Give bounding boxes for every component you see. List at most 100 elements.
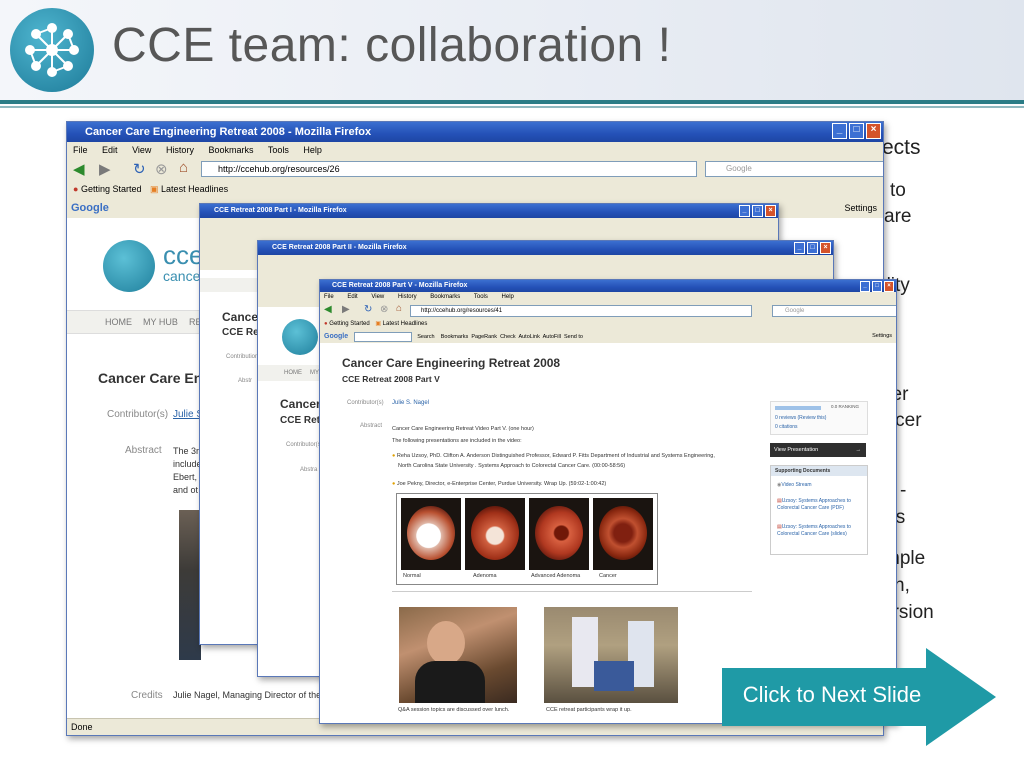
url-input[interactable]: http://ccehub.org/resources/41 [410,305,752,317]
home-icon[interactable]: ⌂ [396,303,402,314]
maximize-icon[interactable]: □ [807,242,818,254]
minimize-icon[interactable]: _ [832,123,847,139]
menu-bookmarks[interactable]: Bookmarks [208,145,253,155]
google-search-input[interactable] [353,331,412,342]
window-title: CCE Retreat 2008 Part I - Mozilla Firefo… [214,207,347,214]
url-input[interactable]: http://ccehub.org/resources/26 [201,161,697,177]
page-subheading: CCE Retr [280,415,324,426]
stage-image-cancer [593,498,653,570]
stage-label: Normal [403,573,421,579]
settings-button[interactable]: Settings [872,330,892,343]
home-icon[interactable]: ⌂ [179,159,188,176]
abstract-label: Abstract [360,423,383,429]
window-controls: _ □ × [832,123,881,139]
list-item-text: Reha Uzsoy, PhD. Clifton A. Anderson Dis… [396,453,715,459]
toolbar-pagerank[interactable]: PageRank [471,334,497,340]
settings-button[interactable]: Settings [844,198,877,218]
stage-label: Adenoma [473,573,497,579]
minimize-icon[interactable]: _ [794,242,805,254]
nav-my-hub[interactable]: MY [310,365,319,381]
stage-label: Cancer [599,573,617,579]
photo-participants [544,607,678,703]
next-slide-button[interactable]: Click to Next Slide [722,648,996,746]
maximize-icon[interactable]: □ [872,281,882,292]
menu-view[interactable]: View [371,294,384,300]
stop-icon[interactable]: ⊗ [380,304,388,315]
view-presentation-button[interactable]: View Presentation → [770,443,866,457]
menu-help[interactable]: Help [303,145,322,155]
toolbar-search[interactable]: Search [417,334,434,340]
stop-icon[interactable]: ⊗ [155,160,168,178]
menu-tools[interactable]: Tools [474,294,488,300]
menu-file[interactable]: File [324,294,334,300]
abstract-line: Ebert, [173,472,198,482]
nav-home[interactable]: HOME [105,311,132,333]
window-titlebar[interactable]: Cancer Care Engineering Retreat 2008 - M… [67,122,883,142]
close-icon[interactable]: × [866,123,881,139]
bookmark-getting-started[interactable]: Getting Started [81,184,142,194]
window-titlebar[interactable]: CCE Retreat 2008 Part V - Mozilla Firefo… [320,280,896,292]
site-logo-icon [282,319,318,355]
window-titlebar[interactable]: CCE Retreat 2008 Part II - Mozilla Firef… [258,241,833,255]
toolbar-bookmarks[interactable]: Bookmarks [441,334,469,340]
window-controls: _ □ × [739,205,776,217]
abstract-label: Abstract [125,445,162,456]
bookmark-getting-started[interactable]: Getting Started [329,321,369,327]
bullet-fragment: ects [882,136,921,159]
forward-icon[interactable]: ▶ [99,160,111,178]
doc-link-pdf[interactable]: ▤Uzsoy: Systems Approaches to Colorectal… [777,498,863,512]
menu-history[interactable]: History [398,294,417,300]
citations-link[interactable]: 0 citations [775,424,798,430]
nav-my-hub[interactable]: MY HUB [143,311,178,333]
back-icon[interactable]: ◀ [73,160,85,178]
maximize-icon[interactable]: □ [752,205,763,217]
bullet-fragment: are [884,206,912,227]
window-title: CCE Retreat 2008 Part V - Mozilla Firefo… [332,282,468,289]
search-input[interactable]: Google [772,305,896,317]
nav-home[interactable]: HOME [284,365,302,381]
bookmark-latest-headlines[interactable]: Latest Headlines [383,321,428,327]
menu-bookmarks[interactable]: Bookmarks [430,294,460,300]
menu-view[interactable]: View [132,145,151,155]
menu-tools[interactable]: Tools [268,145,289,155]
ranking-bar [775,406,821,410]
doc-link-video[interactable]: ◉Video Stream [777,482,812,488]
forward-icon[interactable]: ▶ [342,304,350,315]
menu-bar: File Edit View History Bookmarks Tools H… [67,142,883,159]
toolbar-autolink[interactable]: AutoLink [518,334,539,340]
back-icon[interactable]: ◀ [324,304,332,315]
reload-icon[interactable]: ↻ [364,304,372,315]
page-subheading: CCE Ret [222,327,263,338]
bookmark-latest-headlines[interactable]: Latest Headlines [161,184,228,194]
menu-edit[interactable]: Edit [102,145,118,155]
list-item-text: Joe Pekny, Director, e-Enterprise Center… [396,481,607,487]
contributor-link[interactable]: Julie S. Nagel [392,400,429,406]
colon-stages-figure: Normal Adenoma Advanced Adenoma Cancer [396,493,658,585]
doc-link-label: Uzsoy: Systems Approaches to Colorectal … [777,524,851,537]
menu-file[interactable]: File [73,145,88,155]
stage-shape [407,506,455,560]
doc-link-slides[interactable]: ▤Uzsoy: Systems Approaches to Colorectal… [777,524,863,538]
minimize-icon[interactable]: _ [739,205,750,217]
reviews-link[interactable]: 0 reviews (Review this) [775,415,826,421]
reload-icon[interactable]: ↻ [133,160,146,178]
navigation-toolbar: ◀ ▶ ↻ ⊗ ⌂ http://ccehub.org/resources/26… [67,158,883,181]
close-icon[interactable]: × [765,205,776,217]
abstract-line: The 3r [173,446,200,456]
menu-history[interactable]: History [166,145,194,155]
page-heading: Cancer Care Engineering Retreat 2008 [342,356,561,370]
toolbar-send-to[interactable]: Send to [564,334,583,340]
toolbar-check[interactable]: Check [500,334,516,340]
close-icon[interactable]: × [884,281,894,292]
window-titlebar[interactable]: CCE Retreat 2008 Part I - Mozilla Firefo… [200,204,778,218]
maximize-icon[interactable]: □ [849,123,864,139]
abstract-line: The following presentations are included… [392,438,522,444]
minimize-icon[interactable]: _ [860,281,870,292]
close-icon[interactable]: × [820,242,831,254]
credits-text: Julie Nagel, Managing Director of the [173,690,322,700]
search-input[interactable]: Google [705,161,883,177]
menu-edit[interactable]: Edit [347,294,357,300]
menu-help[interactable]: Help [502,294,514,300]
toolbar-autofill[interactable]: AutoFill [543,334,561,340]
photo-figure [427,621,465,665]
